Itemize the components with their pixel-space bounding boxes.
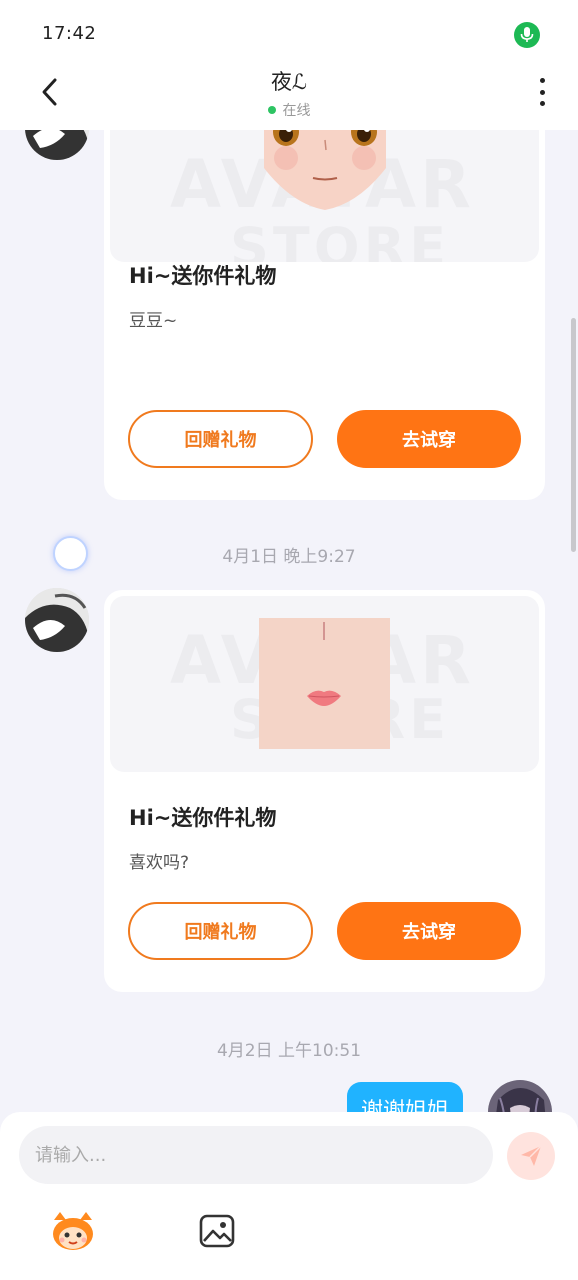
chat-title: 夜ℒ xyxy=(270,70,308,94)
send-icon xyxy=(521,1145,542,1166)
contact-avatar[interactable] xyxy=(25,130,89,160)
image-icon xyxy=(199,1214,235,1248)
timestamp: 4月1日 晚上9:27 xyxy=(222,547,356,567)
self-avatar[interactable] xyxy=(488,1080,552,1115)
input-bar xyxy=(0,1112,578,1280)
timestamp: 4月2日 上午10:51 xyxy=(216,1041,362,1061)
contact-avatar[interactable] xyxy=(25,588,89,652)
chat-title-block: 夜ℒ 在线 xyxy=(0,66,578,120)
gift-face-preview xyxy=(264,130,386,210)
mascot-emoji-button[interactable] xyxy=(48,1210,98,1252)
try-on-button[interactable]: 去试穿 xyxy=(337,902,521,960)
more-vertical-icon xyxy=(539,78,545,83)
send-button[interactable] xyxy=(507,1132,555,1180)
gift-preview-image[interactable]: AVATAR STORE xyxy=(110,596,539,772)
return-gift-button[interactable]: 回赠礼物 xyxy=(128,410,313,468)
try-on-button[interactable]: 去试穿 xyxy=(337,410,521,468)
watermark-store: STORE xyxy=(230,216,450,262)
chat-header: 夜ℒ 在线 xyxy=(0,62,578,130)
online-status: 在线 xyxy=(0,100,578,120)
gift-preview-image[interactable]: AVATAR STORE xyxy=(110,130,539,262)
gift-card: AVATAR STORE Hi~送你件礼物 豆豆~ 回赠礼物 去试穿 xyxy=(104,130,545,500)
gift-lips-preview xyxy=(259,618,390,749)
gift-card: AVATAR STORE Hi~送你件礼物 喜欢吗? 回赠礼物 去试穿 xyxy=(104,590,545,992)
status-bar: 17:42 xyxy=(0,0,578,62)
gift-title: Hi~送你件礼物 xyxy=(129,806,277,830)
online-status-label: 在线 xyxy=(282,103,311,119)
online-dot xyxy=(267,106,276,114)
gift-message: 喜欢吗? xyxy=(129,853,190,873)
chat-scrollbar[interactable] xyxy=(571,318,576,552)
return-gift-button[interactable]: 回赠礼物 xyxy=(128,902,313,960)
image-picker-button[interactable] xyxy=(198,1213,236,1249)
self-message-bubble[interactable]: 谢谢姐姐 xyxy=(347,1082,464,1115)
status-time: 17:42 xyxy=(42,23,97,44)
gift-title: Hi~送你件礼物 xyxy=(129,264,277,288)
chat-message-list[interactable]: AVATAR STORE Hi~送你件礼物 豆豆~ 回赠礼物 去试穿 xyxy=(0,130,578,1115)
gift-message: 豆豆~ xyxy=(129,311,178,331)
message-input[interactable] xyxy=(19,1126,493,1184)
mascot-emoji-icon xyxy=(53,1212,93,1250)
more-options-button[interactable] xyxy=(530,76,554,108)
mic-active-icon xyxy=(514,22,540,48)
